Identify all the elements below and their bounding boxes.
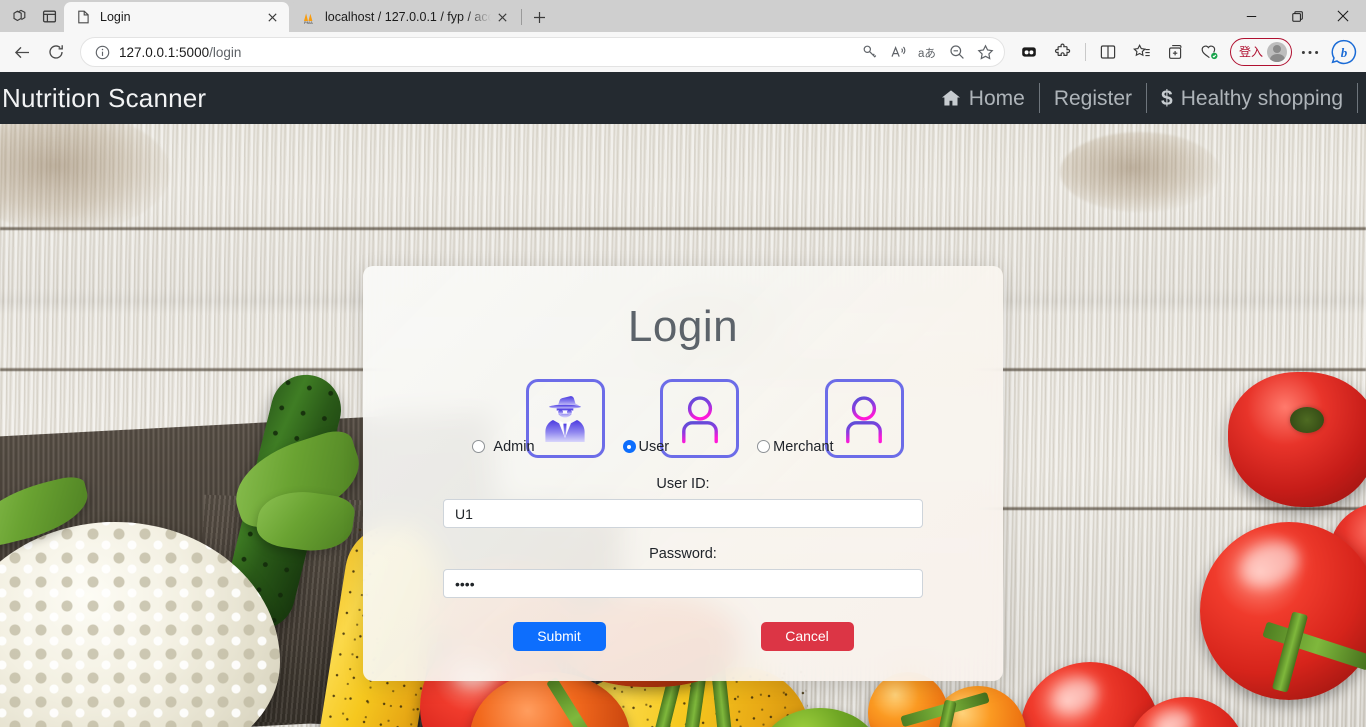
minimize-icon[interactable]: [1228, 0, 1274, 32]
omnibox-actions: aあ: [856, 39, 1000, 65]
role-icon-box-user[interactable]: [660, 379, 740, 458]
submit-button[interactable]: Submit: [512, 622, 606, 651]
radio-user[interactable]: [622, 440, 636, 454]
close-icon[interactable]: [491, 6, 513, 28]
role-label-user: User: [638, 438, 670, 455]
role-option-user[interactable]: User: [622, 379, 740, 459]
avatar: [1267, 42, 1287, 62]
user-person-icon: [675, 393, 725, 445]
phpmyadmin-icon: PMA: [300, 9, 316, 25]
dark-reader-icon[interactable]: [1013, 36, 1045, 68]
tab-divider: [521, 9, 522, 25]
close-icon[interactable]: [261, 6, 283, 28]
page-viewport: Nutrition Scanner Home Register $ Health…: [0, 72, 1366, 727]
role-radio-user-wrap[interactable]: User: [622, 438, 670, 459]
admin-detective-icon: [539, 392, 591, 446]
page-icon: [75, 9, 91, 25]
role-radio-merchant-wrap[interactable]: Merchant: [757, 438, 834, 459]
merchant-person-icon: [839, 393, 889, 445]
nav-item-healthy-shopping[interactable]: $ Healthy shopping: [1147, 88, 1357, 109]
password-label: Password:: [649, 546, 717, 562]
form-actions: Submit Cancel: [363, 622, 1003, 651]
app-nav-links: Home Register $ Healthy shopping: [927, 72, 1358, 124]
window-controls: [1228, 0, 1366, 32]
profile-sign-in-button[interactable]: 登入: [1229, 38, 1292, 66]
role-icon-box-merchant[interactable]: [824, 379, 904, 458]
tab-strip: Login PMA localhost / 127.0.0.1 / fyp / …: [0, 0, 1366, 32]
profile-label: 登入: [1238, 45, 1263, 59]
nav-divider: [1357, 83, 1358, 113]
read-aloud-icon[interactable]: [885, 39, 913, 65]
browser-essentials-icon[interactable]: [1194, 36, 1226, 68]
browser-tab-login[interactable]: Login: [64, 2, 289, 32]
key-icon[interactable]: [856, 39, 884, 65]
svg-text:b: b: [1341, 45, 1348, 60]
home-icon: [941, 89, 961, 107]
add-to-collection-icon[interactable]: [1160, 36, 1192, 68]
svg-text:aあ: aあ: [918, 47, 936, 60]
role-option-merchant[interactable]: Merchant: [757, 379, 904, 459]
role-selector: Admin User Merchant: [363, 379, 1003, 458]
extensions-puzzle-icon[interactable]: [1047, 36, 1079, 68]
password-input[interactable]: [443, 569, 923, 598]
close-icon[interactable]: [1320, 0, 1366, 32]
role-label-merchant: Merchant: [773, 438, 834, 455]
vertical-tabs-icon[interactable]: [34, 2, 64, 30]
browser-toolbar: 127.0.0.1:5000/login aあ 登入 b: [0, 32, 1366, 72]
radio-admin[interactable]: [472, 440, 486, 454]
userid-label: User ID:: [656, 476, 710, 492]
browser-tab-phpmyadmin[interactable]: PMA localhost / 127.0.0.1 / fyp / accou: [289, 2, 519, 32]
app-navbar: Nutrition Scanner Home Register $ Health…: [0, 72, 1366, 124]
more-options-icon[interactable]: [1294, 36, 1326, 68]
copilot-icon[interactable]: b: [1328, 36, 1360, 68]
url-text: 127.0.0.1:5000/login: [113, 45, 856, 60]
translate-icon[interactable]: aあ: [914, 39, 942, 65]
split-screen-icon[interactable]: [1092, 36, 1124, 68]
back-icon[interactable]: [6, 36, 38, 68]
nav-item-home[interactable]: Home: [927, 88, 1039, 109]
tab-groups-icon[interactable]: [4, 2, 34, 30]
login-card: Login Admin User Merchant User ID: U1 Pa…: [363, 266, 1003, 681]
address-bar[interactable]: 127.0.0.1:5000/login aあ: [80, 37, 1005, 67]
role-label-admin: Admin: [493, 438, 535, 455]
role-icon-box-admin[interactable]: [525, 379, 605, 458]
page-title: Login: [627, 302, 739, 351]
tab-title: localhost / 127.0.0.1 / fyp / accou: [325, 10, 491, 24]
zoom-out-icon[interactable]: [943, 39, 971, 65]
nav-label-register: Register: [1053, 86, 1133, 110]
radio-merchant[interactable]: [757, 440, 771, 454]
svg-text:PMA: PMA: [303, 20, 312, 25]
userid-input[interactable]: [443, 499, 923, 528]
url-path: /login: [209, 44, 242, 60]
nav-item-register[interactable]: Register: [1040, 88, 1146, 109]
nav-label-healthy-shopping: Healthy shopping: [1180, 86, 1343, 110]
favorite-star-icon[interactable]: [972, 39, 1000, 65]
role-option-admin[interactable]: Admin: [472, 379, 605, 459]
new-tab-button[interactable]: [524, 3, 554, 31]
app-brand[interactable]: Nutrition Scanner: [0, 83, 206, 114]
restore-icon[interactable]: [1274, 0, 1320, 32]
browser-chrome: Login PMA localhost / 127.0.0.1 / fyp / …: [0, 0, 1366, 72]
cancel-button[interactable]: Cancel: [760, 622, 854, 651]
refresh-icon[interactable]: [40, 36, 72, 68]
dollar-icon: $: [1161, 86, 1173, 110]
tab-title: Login: [100, 10, 131, 24]
collections-icon[interactable]: [1126, 36, 1158, 68]
info-icon[interactable]: [91, 45, 113, 60]
nav-label-home: Home: [968, 86, 1025, 110]
toolbar-divider: [1084, 43, 1086, 61]
role-radio-admin-wrap[interactable]: Admin: [472, 438, 535, 459]
url-host: 127.0.0.1:5000: [119, 44, 210, 60]
